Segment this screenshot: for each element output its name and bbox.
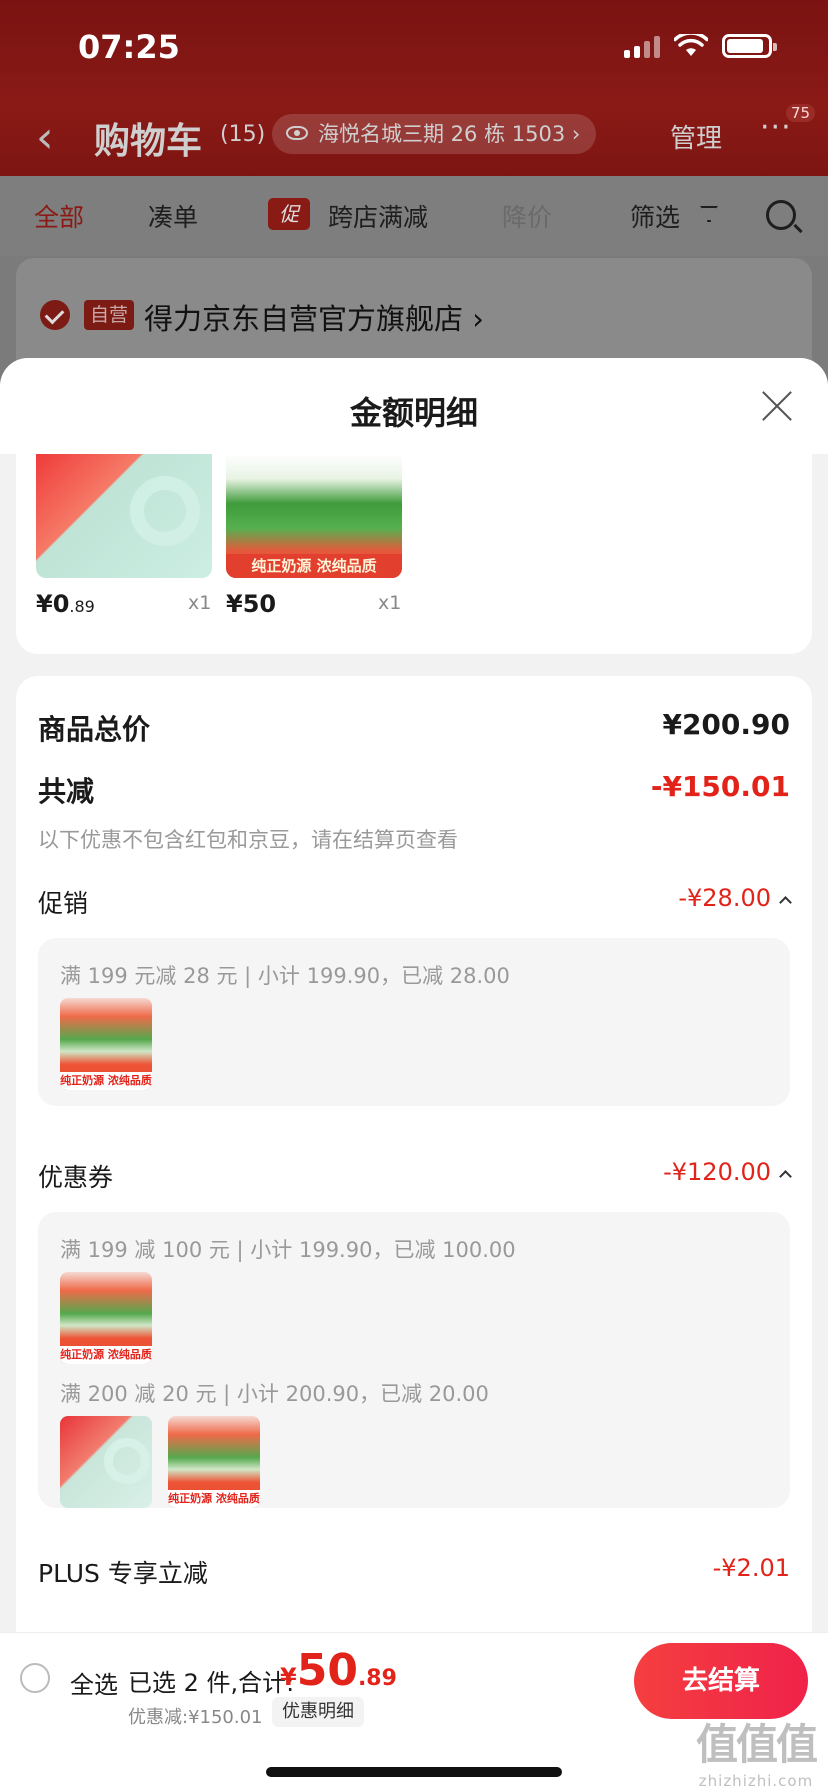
tape-product-image: [36, 454, 212, 578]
product-qty: x1: [188, 592, 212, 614]
discount-hint: 以下优惠不包含红包和京豆，请在结算页查看: [38, 828, 458, 852]
close-icon[interactable]: [760, 388, 794, 422]
sheet-title: 金额明细: [349, 394, 478, 432]
tab-price-drop[interactable]: 降价: [502, 198, 552, 234]
chevron-left-icon[interactable]: ‹: [36, 112, 54, 163]
manage-button[interactable]: 管理: [670, 118, 722, 155]
select-all-label[interactable]: 全选: [70, 1665, 118, 1700]
discount-amount: 优惠减:¥150.01: [128, 1707, 263, 1728]
promotion-rule: 满 199 元减 28 元 | 小计 199.90，已减 28.00: [60, 964, 510, 988]
plus-label: PLUS 专享立减: [38, 1559, 208, 1588]
promo-tag: 促: [268, 198, 310, 230]
checkout-button[interactable]: 去结算: [634, 1643, 808, 1719]
coupon-detail-box: 满 199 减 100 元 | 小计 199.90，已减 100.00 纯正奶源…: [38, 1212, 790, 1508]
filter-icon[interactable]: [700, 206, 718, 222]
tab-filter[interactable]: 筛选: [630, 198, 680, 234]
milk-product-image: 纯正奶源 浓纯品质: [226, 454, 402, 578]
promotion-detail-box: 满 199 元减 28 元 | 小计 199.90，已减 28.00 纯正奶源 …: [38, 938, 790, 1106]
milk-product-thumb: 纯正奶源 浓纯品质: [60, 1272, 152, 1364]
filter-tabs: 全部 凑单 促 跨店满减 降价 筛选: [0, 176, 828, 256]
promotion-value: -¥28.00: [678, 884, 792, 912]
status-icons: [624, 34, 777, 58]
goods-total-value: ¥200.90: [662, 708, 790, 741]
page-title: 购物车: [94, 121, 203, 162]
thumb-caption: 纯正奶源 浓纯品质: [60, 1072, 152, 1090]
status-bar: 07:25: [0, 0, 828, 96]
promotion-label: 促销: [38, 889, 89, 918]
wifi-icon: [674, 34, 708, 56]
milk-product-thumb: 纯正奶源 浓纯品质: [60, 998, 152, 1090]
total-price: ¥50.89: [280, 1645, 397, 1696]
goods-total-label: 商品总价: [38, 713, 151, 746]
notification-badge: 75: [786, 104, 816, 122]
amount-detail-sheet: 金额明细 ¥0.89 x1 纯正奶源 浓纯品质 ¥50 x1 商品总价 ¥200…: [0, 358, 828, 1792]
product-price: ¥0.89: [36, 590, 95, 618]
select-all-radio[interactable]: [20, 1663, 50, 1693]
store-name[interactable]: 得力京东自营官方旗舰店 ›: [144, 296, 484, 338]
battery-icon: [722, 34, 777, 58]
selected-summary: 已选 2 件,合计:: [128, 1669, 295, 1697]
store-name-text: 得力京东自营官方旗舰店: [144, 302, 464, 336]
chevron-up-icon: [779, 896, 792, 909]
coupon-label: 优惠券: [38, 1163, 114, 1192]
chevron-up-icon: [779, 1170, 792, 1183]
self-operated-tag: 自营: [84, 300, 135, 330]
home-indicator: [266, 1767, 562, 1777]
product-image-caption: 纯正奶源 浓纯品质: [226, 554, 402, 578]
coupon-rule-2: 满 200 减 20 元 | 小计 200.90，已减 20.00: [60, 1382, 489, 1406]
coupon-value: -¥120.00: [663, 1158, 792, 1186]
plus-value: -¥2.01: [712, 1554, 790, 1582]
site-watermark: 值值值 zhizhizhi.com: [695, 1720, 818, 1790]
thumb-caption: 纯正奶源 浓纯品质: [168, 1490, 260, 1508]
coupon-rule-1: 满 199 减 100 元 | 小计 199.90，已减 100.00: [60, 1238, 516, 1262]
sheet-header: 金额明细: [0, 358, 828, 454]
product-list: ¥0.89 x1 纯正奶源 浓纯品质 ¥50 x1: [16, 454, 812, 654]
checkout-bar: 全选 已选 2 件,合计: ¥50.89 优惠减:¥150.01 优惠明细 去结…: [0, 1632, 828, 1792]
tape-product-thumb: [60, 1416, 152, 1508]
product-qty: x1: [378, 592, 402, 614]
address-selector[interactable]: 海悦名城三期 26 栋 1503 ›: [272, 114, 597, 154]
product-price: ¥50: [226, 590, 277, 618]
status-time: 07:25: [78, 28, 180, 66]
total-reduce-label: 共减: [38, 775, 95, 808]
store-checkbox[interactable]: [40, 300, 70, 330]
chevron-right-icon: ›: [571, 122, 581, 146]
discount-detail-link[interactable]: 优惠明细: [272, 1697, 364, 1727]
cart-count: (15): [220, 122, 266, 147]
milk-product-thumb: 纯正奶源 浓纯品质: [168, 1416, 260, 1508]
amount-detail-card: 商品总价 ¥200.90 共减 -¥150.01 以下优惠不包含红包和京豆，请在…: [16, 676, 812, 1776]
thumb-caption: 纯正奶源 浓纯品质: [60, 1346, 152, 1364]
total-reduce-value: -¥150.01: [650, 770, 790, 803]
address-text: 海悦名城三期 26 栋 1503: [318, 122, 566, 146]
chevron-right-icon: ›: [472, 302, 484, 336]
eye-icon: [286, 126, 308, 140]
tab-all[interactable]: 全部: [34, 198, 84, 234]
tab-combine[interactable]: 凑单: [148, 198, 198, 234]
search-icon[interactable]: [766, 200, 796, 230]
tab-cross-store[interactable]: 跨店满减: [328, 198, 428, 234]
nav-bar: ‹ 购物车 (15) 海悦名城三期 26 栋 1503 › 管理 ··· 75: [0, 96, 828, 176]
signal-icon: [624, 34, 660, 58]
